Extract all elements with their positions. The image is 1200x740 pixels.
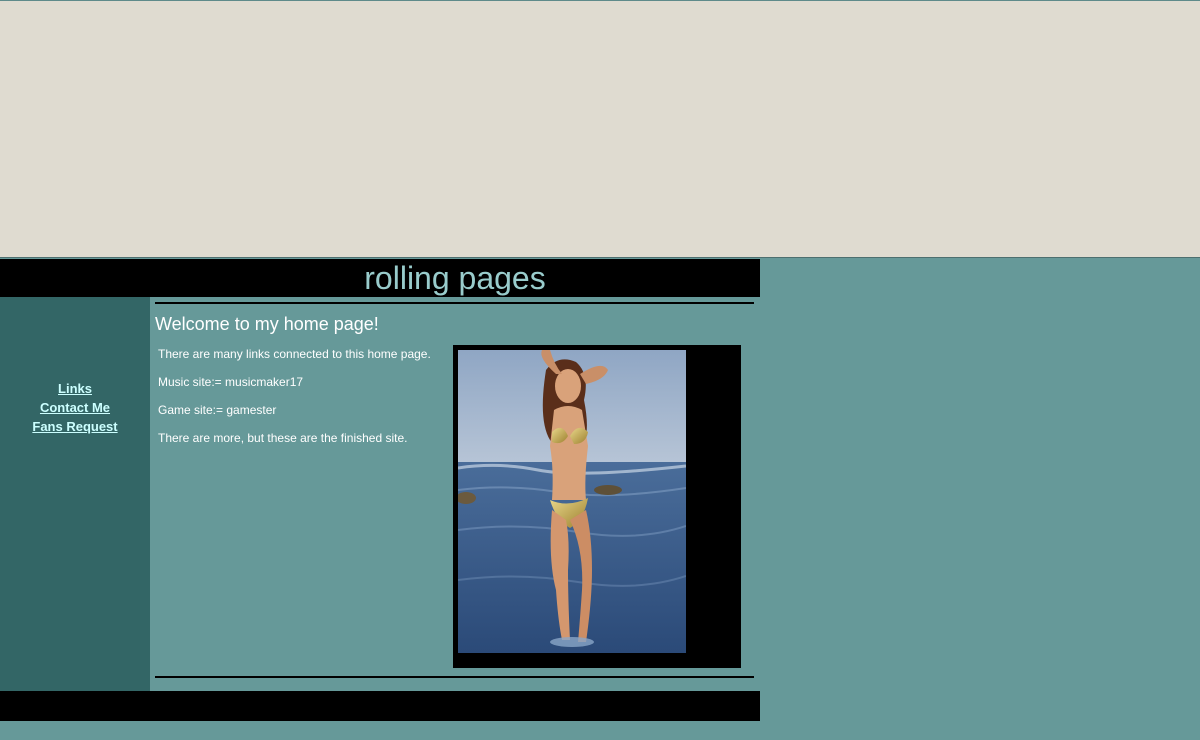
nav-link-fans-request[interactable]: Fans Request [0, 417, 150, 436]
game-site-line: Game site:= gamester [158, 403, 277, 417]
bottom-divider [155, 676, 754, 678]
top-banner [0, 0, 1200, 258]
main-content: Welcome to my home page! There are many … [150, 297, 760, 691]
beach-photo [458, 350, 686, 653]
footer-bar [0, 691, 760, 721]
nav-link-contact-me[interactable]: Contact Me [0, 398, 150, 417]
more-sites-line: There are more, but these are the finish… [158, 431, 408, 445]
sidebar: Links Contact Me Fans Request [0, 297, 150, 691]
music-site-line: Music site:= musicmaker17 [158, 375, 304, 389]
header-bar: rolling pages [0, 259, 760, 297]
photo-frame [453, 345, 741, 668]
sidebar-nav: Links Contact Me Fans Request [0, 379, 150, 436]
site-title: rolling pages [364, 260, 546, 296]
top-divider [155, 302, 754, 304]
intro-text: There are many links connected to this h… [158, 347, 448, 459]
intro-paragraph: There are many links connected to this h… [158, 347, 431, 361]
nav-link-links[interactable]: Links [0, 379, 150, 398]
page-heading: Welcome to my home page! [155, 314, 379, 334]
